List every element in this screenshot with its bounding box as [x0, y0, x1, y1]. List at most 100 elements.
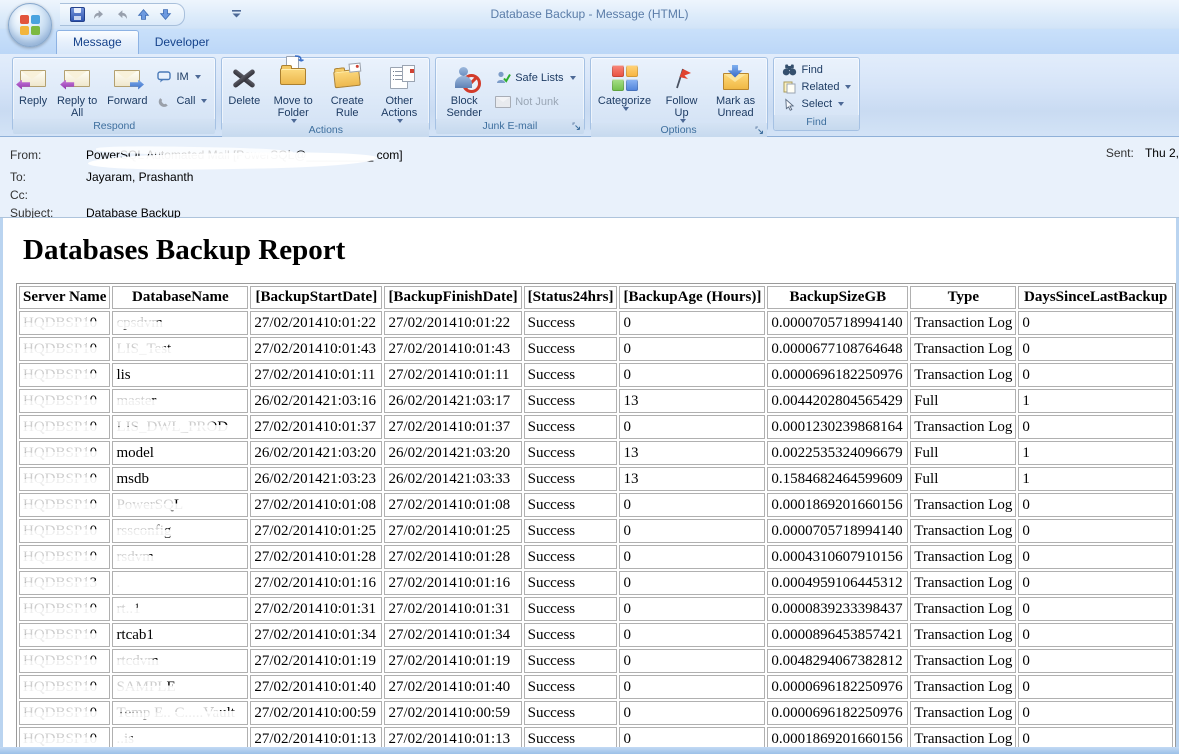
table-cell: 1 — [1018, 389, 1173, 413]
table-cell: rssconfig — [112, 519, 248, 543]
cc-row: Cc: — [10, 186, 1179, 204]
not-junk-button[interactable]: Not Junk — [492, 94, 578, 110]
select-icon — [782, 98, 798, 111]
column-header: Type — [910, 286, 1016, 309]
report-table-head: Server NameDatabaseName[BackupStartDate]… — [19, 286, 1173, 309]
table-cell: 27/02/201410:01:40 — [250, 675, 382, 699]
im-button[interactable]: IM — [153, 69, 210, 85]
table-cell: Success — [524, 337, 618, 361]
table-cell: Success — [524, 519, 618, 543]
table-cell: HQDBSP13 — [19, 571, 110, 595]
table-cell: 27/02/201410:01:13 — [384, 727, 521, 749]
delete-button[interactable]: Delete — [225, 60, 263, 123]
table-cell: Transaction Log — [910, 519, 1016, 543]
create-rule-icon — [334, 63, 360, 93]
table-row: HQDBSP10lis27/02/201410:01:1127/02/20141… — [19, 363, 1173, 387]
tab-developer[interactable]: Developer — [139, 31, 226, 54]
find-button[interactable]: Find — [779, 62, 855, 78]
table-cell: HQDBSP10 — [19, 467, 110, 491]
to-label: To: — [10, 168, 86, 186]
categorize-button[interactable]: Categorize — [594, 60, 656, 123]
window-bottom-border — [0, 747, 1179, 754]
mark-as-unread-button[interactable]: Mark as Unread — [708, 60, 764, 123]
ribbon: Reply Reply to All Forward IM — [0, 54, 1179, 137]
table-cell: 0 — [619, 649, 765, 673]
column-header: [BackupFinishDate] — [384, 286, 521, 309]
table-cell: HQDBSP10 — [19, 649, 110, 673]
table-cell: Transaction Log — [910, 493, 1016, 517]
table-cell: HQDBSP10 — [19, 727, 110, 749]
table-cell: 27/02/201410:01:11 — [250, 363, 382, 387]
options-dialog-launcher-icon[interactable] — [754, 125, 765, 136]
table-cell: 27/02/201410:01:43 — [250, 337, 382, 361]
reply-to-all-button[interactable]: Reply to All — [51, 60, 103, 119]
table-cell: HQDBSP10 — [19, 311, 110, 335]
not-junk-icon — [495, 96, 511, 108]
ribbon-tab-row: Message Developer — [0, 29, 1179, 54]
table-cell: 0.0000696182250976 — [767, 701, 908, 725]
report-header-row: Server NameDatabaseName[BackupStartDate]… — [19, 286, 1173, 309]
table-cell: Transaction Log — [910, 363, 1016, 387]
select-button[interactable]: Select — [779, 96, 855, 113]
tab-message[interactable]: Message — [56, 30, 139, 54]
call-icon — [156, 95, 172, 108]
table-row: HQDBSP10PowerSQL27/02/201410:01:0827/02/… — [19, 493, 1173, 517]
table-cell: 0 — [1018, 493, 1173, 517]
table-cell: 0.1584682464599609 — [767, 467, 908, 491]
related-button[interactable]: Related — [779, 79, 855, 96]
other-actions-button[interactable]: Other Actions — [372, 60, 426, 123]
block-sender-button[interactable]: Block Sender — [439, 60, 489, 119]
table-cell: HQDBSP10 — [19, 363, 110, 387]
call-button[interactable]: Call — [153, 93, 210, 110]
table-cell: 27/02/201410:01:08 — [384, 493, 521, 517]
related-dropdown-caret — [845, 85, 851, 89]
table-cell: 27/02/201410:01:37 — [250, 415, 382, 439]
table-cell: Success — [524, 649, 618, 673]
table-row: HQDBSP10rtcab127/02/201410:01:3427/02/20… — [19, 623, 1173, 647]
table-cell: 0.0000677108764648 — [767, 337, 908, 361]
reply-button[interactable]: Reply — [16, 60, 50, 119]
move-to-folder-icon — [280, 63, 306, 93]
table-cell: Transaction Log — [910, 623, 1016, 647]
block-sender-icon — [453, 63, 475, 93]
create-rule-button[interactable]: Create Rule — [323, 60, 371, 123]
table-cell: 27/02/201410:01:28 — [250, 545, 382, 569]
reply-all-icon — [64, 63, 90, 93]
table-cell: Full — [910, 389, 1016, 413]
safe-lists-button[interactable]: Safe Lists — [492, 69, 578, 86]
follow-up-button[interactable]: Follow Up — [657, 60, 707, 123]
table-cell: Success — [524, 363, 618, 387]
table-cell: 0 — [619, 623, 765, 647]
table-cell: 0.0048294067382812 — [767, 649, 908, 673]
table-cell: Transaction Log — [910, 337, 1016, 361]
forward-button[interactable]: Forward — [104, 60, 150, 119]
table-cell: 13 — [619, 467, 765, 491]
table-cell: 27/02/201410:01:13 — [250, 727, 382, 749]
column-header: DaysSinceLastBackup — [1018, 286, 1173, 309]
office-button[interactable] — [8, 3, 52, 47]
table-cell: 0 — [619, 545, 765, 569]
table-cell: Success — [524, 571, 618, 595]
table-cell: Success — [524, 623, 618, 647]
table-cell: LIS_DWL_PROD — [112, 415, 248, 439]
table-row: HQDBSP10LIS_Test27/02/201410:01:4327/02/… — [19, 337, 1173, 361]
table-cell: Transaction Log — [910, 675, 1016, 699]
table-cell: 0.0001869201660156 — [767, 727, 908, 749]
table-cell: 0 — [1018, 701, 1173, 725]
table-cell: Transaction Log — [910, 545, 1016, 569]
table-cell: 27/02/201410:01:34 — [250, 623, 382, 647]
junk-dialog-launcher-icon[interactable] — [571, 121, 582, 132]
table-cell: 27/02/201410:00:59 — [384, 701, 521, 725]
table-cell: Success — [524, 545, 618, 569]
move-to-folder-button[interactable]: Move to Folder — [264, 60, 322, 123]
table-cell: HQDBSP10 — [19, 441, 110, 465]
table-cell: 0 — [619, 363, 765, 387]
table-cell: 0 — [619, 311, 765, 335]
table-row: HQDBSP13.27/02/201410:01:1627/02/201410:… — [19, 571, 1173, 595]
table-cell: HQDBSP10 — [19, 415, 110, 439]
window-title: Database Backup - Message (HTML) — [0, 7, 1179, 21]
table-cell: 0 — [1018, 415, 1173, 439]
group-label-junk: Junk E-mail — [436, 119, 583, 134]
categorize-dropdown-caret — [623, 107, 629, 111]
table-row: HQDBSP10master26/02/201421:03:1626/02/20… — [19, 389, 1173, 413]
